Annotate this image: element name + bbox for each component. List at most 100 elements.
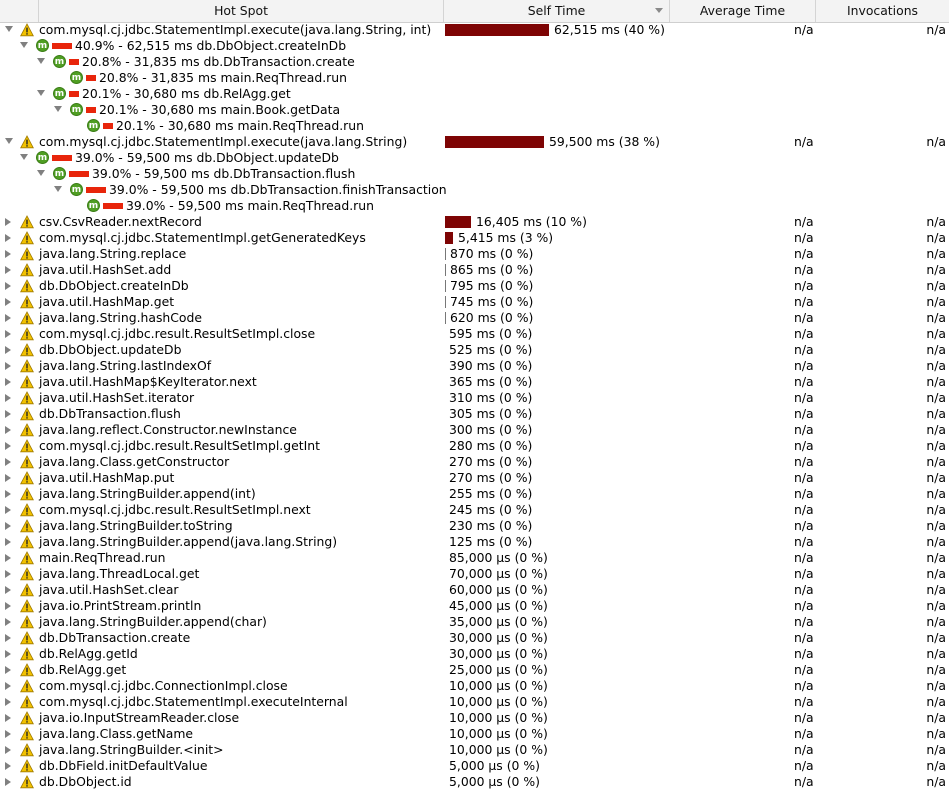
hot-spot-row[interactable]: java.lang.StringBuilder.append(char) 35,0…: [0, 614, 949, 630]
call-path-row[interactable]: m 40.9% - 62,515 ms db.DbObject.createInD…: [0, 38, 949, 54]
hot-spot-row[interactable]: db.DbObject.updateDb 525 ms (0 %) n/a n/a: [0, 342, 949, 358]
expand-toggle-icon[interactable]: [37, 170, 45, 176]
collapse-toggle-icon[interactable]: [5, 570, 11, 578]
collapse-toggle-icon[interactable]: [5, 346, 11, 354]
collapse-toggle-icon[interactable]: [5, 410, 11, 418]
collapse-toggle-icon[interactable]: [5, 714, 11, 722]
collapse-toggle-icon[interactable]: [5, 474, 11, 482]
hot-spot-row[interactable]: csv.CsvReader.nextRecord 16,405 ms (10 %)…: [0, 214, 949, 230]
hot-spot-tree[interactable]: com.mysql.cj.jdbc.StatementImpl.execute(…: [0, 22, 949, 790]
call-path-row[interactable]: m 39.0% - 59,500 ms db.DbObject.updateDb: [0, 150, 949, 166]
collapse-toggle-icon[interactable]: [5, 522, 11, 530]
collapse-toggle-icon[interactable]: [5, 698, 11, 706]
expand-toggle-icon[interactable]: [5, 138, 13, 144]
header-average-time[interactable]: Average Time: [670, 0, 816, 22]
hot-spot-row[interactable]: java.util.HashSet.iterator 310 ms (0 %) n/…: [0, 390, 949, 406]
hot-spot-row[interactable]: java.io.PrintStream.println 45,000 µs (0 …: [0, 598, 949, 614]
hot-spot-row[interactable]: main.ReqThread.run 85,000 µs (0 %) n/a n/a: [0, 550, 949, 566]
hot-spot-row[interactable]: db.RelAgg.get 25,000 µs (0 %) n/a n/a: [0, 662, 949, 678]
expand-toggle-icon[interactable]: [20, 154, 28, 160]
collapse-toggle-icon[interactable]: [5, 218, 11, 226]
collapse-toggle-icon[interactable]: [5, 362, 11, 370]
collapse-toggle-icon[interactable]: [5, 682, 11, 690]
collapse-toggle-icon[interactable]: [5, 554, 11, 562]
hot-spot-row[interactable]: java.lang.String.hashCode 620 ms (0 %) n/a…: [0, 310, 949, 326]
collapse-toggle-icon[interactable]: [5, 538, 11, 546]
expand-toggle-icon[interactable]: [37, 90, 45, 96]
expand-toggle-icon[interactable]: [37, 58, 45, 64]
hot-spot-row[interactable]: db.DbObject.id 5,000 µs (0 %) n/a n/a: [0, 774, 949, 790]
call-path-row[interactable]: m 20.1% - 30,680 ms db.RelAgg.get: [0, 86, 949, 102]
tree-column-header[interactable]: [0, 0, 39, 22]
hot-spot-row[interactable]: java.util.HashMap.put 270 ms (0 %) n/a n/a: [0, 470, 949, 486]
hot-spot-row[interactable]: com.mysql.cj.jdbc.result.ResultSetImpl.n…: [0, 502, 949, 518]
collapse-toggle-icon[interactable]: [5, 282, 11, 290]
expand-toggle-icon[interactable]: [54, 186, 62, 192]
hot-spot-row[interactable]: db.RelAgg.getId 30,000 µs (0 %) n/a n/a: [0, 646, 949, 662]
expand-toggle-icon[interactable]: [54, 106, 62, 112]
collapse-toggle-icon[interactable]: [5, 746, 11, 754]
call-path-row[interactable]: m 20.8% - 31,835 ms db.DbTransaction.crea…: [0, 54, 949, 70]
hot-spot-row[interactable]: java.util.HashSet.clear 60,000 µs (0 %) n/…: [0, 582, 949, 598]
hot-spot-row[interactable]: java.io.InputStreamReader.close 10,000 µs…: [0, 710, 949, 726]
call-share-bar: [52, 155, 72, 161]
hot-spot-row[interactable]: com.mysql.cj.jdbc.result.ResultSetImpl.c…: [0, 326, 949, 342]
collapse-toggle-icon[interactable]: [5, 394, 11, 402]
hot-spot-row[interactable]: java.lang.reflect.Constructor.newInstanc…: [0, 422, 949, 438]
hot-spot-row[interactable]: db.DbTransaction.create 30,000 µs (0 %) n/…: [0, 630, 949, 646]
hot-spot-row[interactable]: java.util.HashMap$KeyIterator.next 365 ms…: [0, 374, 949, 390]
hot-spot-row[interactable]: java.lang.StringBuilder.append(java.lang…: [0, 534, 949, 550]
expand-toggle-icon[interactable]: [5, 26, 13, 32]
collapse-toggle-icon[interactable]: [5, 650, 11, 658]
call-path-row[interactable]: m 39.0% - 59,500 ms db.DbTransaction.flus…: [0, 166, 949, 182]
call-path-row[interactable]: m 20.1% - 30,680 ms main.ReqThread.run: [0, 118, 949, 134]
collapse-toggle-icon[interactable]: [5, 234, 11, 242]
collapse-toggle-icon[interactable]: [5, 762, 11, 770]
header-invocations[interactable]: Invocations: [816, 0, 949, 22]
call-path-row[interactable]: m 20.8% - 31,835 ms main.ReqThread.run: [0, 70, 949, 86]
collapse-toggle-icon[interactable]: [5, 426, 11, 434]
hot-spot-row[interactable]: com.mysql.cj.jdbc.StatementImpl.execute(…: [0, 134, 949, 150]
header-hot-spot[interactable]: Hot Spot: [39, 0, 444, 22]
collapse-toggle-icon[interactable]: [5, 266, 11, 274]
hot-spot-row[interactable]: com.mysql.cj.jdbc.StatementImpl.executeI…: [0, 694, 949, 710]
call-path-row[interactable]: m 20.1% - 30,680 ms main.Book.getData: [0, 102, 949, 118]
collapse-toggle-icon[interactable]: [5, 618, 11, 626]
collapse-toggle-icon[interactable]: [5, 634, 11, 642]
collapse-toggle-icon[interactable]: [5, 490, 11, 498]
hot-spot-row[interactable]: com.mysql.cj.jdbc.ConnectionImpl.close 10…: [0, 678, 949, 694]
hot-spot-row[interactable]: com.mysql.cj.jdbc.result.ResultSetImpl.g…: [0, 438, 949, 454]
hot-spot-row[interactable]: java.util.HashMap.get 745 ms (0 %) n/a n/a: [0, 294, 949, 310]
collapse-toggle-icon[interactable]: [5, 666, 11, 674]
hot-spot-row[interactable]: java.lang.ThreadLocal.get 70,000 µs (0 %)…: [0, 566, 949, 582]
collapse-toggle-icon[interactable]: [5, 314, 11, 322]
hot-spot-row[interactable]: java.lang.StringBuilder.append(int) 255 m…: [0, 486, 949, 502]
hot-spot-row[interactable]: java.lang.Class.getName 10,000 µs (0 %) n/…: [0, 726, 949, 742]
hot-spot-row[interactable]: java.util.HashSet.add 865 ms (0 %) n/a n/a: [0, 262, 949, 278]
collapse-toggle-icon[interactable]: [5, 298, 11, 306]
collapse-toggle-icon[interactable]: [5, 778, 11, 786]
collapse-toggle-icon[interactable]: [5, 250, 11, 258]
hot-spot-row[interactable]: java.lang.String.lastIndexOf 390 ms (0 %)…: [0, 358, 949, 374]
collapse-toggle-icon[interactable]: [5, 442, 11, 450]
collapse-toggle-icon[interactable]: [5, 378, 11, 386]
collapse-toggle-icon[interactable]: [5, 330, 11, 338]
hot-spot-row[interactable]: db.DbObject.createInDb 795 ms (0 %) n/a n/a: [0, 278, 949, 294]
collapse-toggle-icon[interactable]: [5, 730, 11, 738]
header-self-time[interactable]: Self Time: [444, 0, 670, 22]
hot-spot-row[interactable]: db.DbField.initDefaultValue 5,000 µs (0 %…: [0, 758, 949, 774]
hot-spot-row[interactable]: com.mysql.cj.jdbc.StatementImpl.execute(…: [0, 22, 949, 38]
collapse-toggle-icon[interactable]: [5, 586, 11, 594]
collapse-toggle-icon[interactable]: [5, 506, 11, 514]
hot-spot-row[interactable]: java.lang.StringBuilder.toString 230 ms (…: [0, 518, 949, 534]
call-path-row[interactable]: m 39.0% - 59,500 ms db.DbTransaction.fini…: [0, 182, 949, 198]
hot-spot-row[interactable]: java.lang.StringBuilder.<init> 10,000 µs …: [0, 742, 949, 758]
hot-spot-row[interactable]: java.lang.Class.getConstructor 270 ms (0 …: [0, 454, 949, 470]
expand-toggle-icon[interactable]: [20, 42, 28, 48]
call-path-row[interactable]: m 39.0% - 59,500 ms main.ReqThread.run: [0, 198, 949, 214]
collapse-toggle-icon[interactable]: [5, 458, 11, 466]
hot-spot-row[interactable]: com.mysql.cj.jdbc.StatementImpl.getGener…: [0, 230, 949, 246]
collapse-toggle-icon[interactable]: [5, 602, 11, 610]
hot-spot-row[interactable]: java.lang.String.replace 870 ms (0 %) n/a n…: [0, 246, 949, 262]
hot-spot-row[interactable]: db.DbTransaction.flush 305 ms (0 %) n/a n/a: [0, 406, 949, 422]
